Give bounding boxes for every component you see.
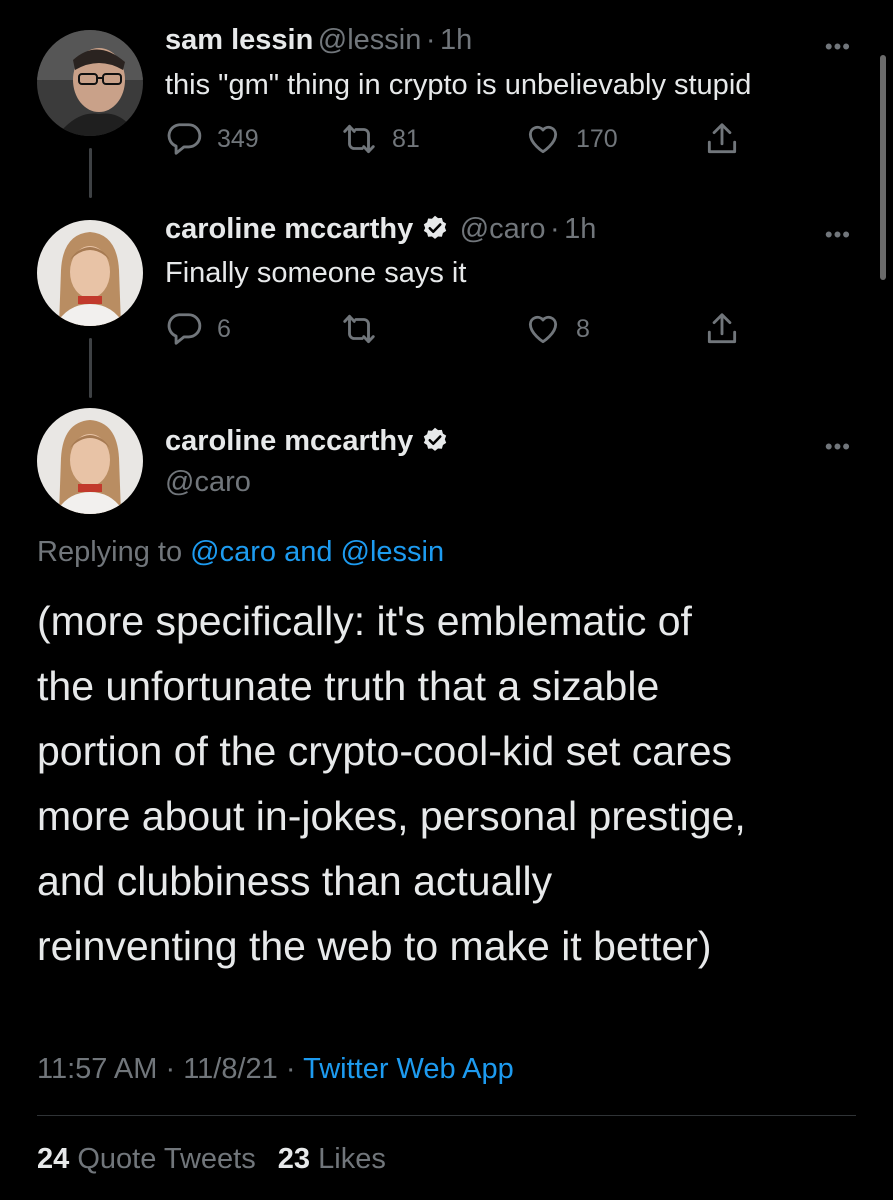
tweet-date[interactable]: 11/8/21: [183, 1053, 278, 1085]
main-text-line: reinventing the web to make it better): [37, 923, 712, 969]
tweet2-share-button[interactable]: [703, 310, 741, 348]
share-icon: [707, 123, 737, 154]
main-author-name[interactable]: caroline mccarthy: [165, 425, 413, 457]
tweet1-sep: ·: [425, 24, 436, 56]
tweet1-reply-count: 349: [217, 124, 259, 153]
heart-icon: [528, 125, 558, 154]
avatar-image: [37, 30, 143, 136]
main-text-line: more about in-jokes, personal prestige,: [37, 793, 746, 839]
main-text-line: (more specifically: it's emblematic of: [37, 598, 692, 644]
quote-tweets-count: 24: [37, 1143, 70, 1175]
tweet1-share-button[interactable]: [703, 120, 741, 158]
tweet2-sep: ·: [550, 213, 560, 245]
likes-label: Likes: [318, 1143, 386, 1175]
likes-count: 23: [277, 1143, 311, 1175]
avatar-sam-lessin[interactable]: [37, 30, 143, 136]
tweet2-text: Finally someone says it: [165, 257, 467, 289]
main-text-line: portion of the crypto-cool-kid set cares: [37, 728, 733, 774]
tweet1-text: this "gm" thing in crypto is unbelievabl…: [165, 69, 752, 101]
tweet2-more-icon[interactable]: •••: [825, 222, 851, 248]
tweet-meta: 11:57 AM · 11/8/21 · Twitter Web App: [37, 1053, 514, 1086]
tweet1-retweet-button[interactable]: 81: [340, 120, 420, 158]
retweet-icon: [343, 124, 375, 154]
verified-badge-icon: [424, 427, 447, 451]
main-handle[interactable]: @caro: [165, 466, 251, 499]
scrollbar[interactable]: [880, 55, 886, 280]
tweet2-author-name[interactable]: caroline mccarthy: [165, 213, 413, 245]
main-text-line: and clubbiness than actually: [37, 858, 553, 904]
quote-tweets-stat[interactable]: 24 Quote Tweets: [37, 1143, 256, 1175]
tweet1-like-button[interactable]: 170: [524, 120, 618, 158]
tweet1-reply-button[interactable]: 349: [165, 120, 259, 158]
replying-to: Replying to @caro and @lessin: [37, 536, 444, 569]
tweet2-like-button[interactable]: 8: [524, 310, 590, 348]
likes-stat[interactable]: 23 Likes: [278, 1143, 386, 1175]
avatar-image: [37, 220, 143, 326]
tweet2-header: caroline mccarthy @caro · 1h: [165, 213, 596, 246]
tweet-meta-sep: ·: [285, 1053, 296, 1085]
main-tweet-text: (more specifically: it's emblematic of t…: [37, 589, 746, 979]
tweet-source-link[interactable]: Twitter Web App: [303, 1053, 514, 1085]
reply-icon: [167, 313, 202, 345]
tweet2-retweet-button[interactable]: [340, 310, 392, 348]
reply-icon: [167, 123, 202, 155]
main-author[interactable]: caroline mccarthy: [165, 425, 449, 458]
tweet1-header: sam lessin @lessin · 1h: [165, 24, 472, 57]
tweet-time[interactable]: 11:57 AM: [37, 1053, 157, 1085]
thread-line: [89, 148, 92, 198]
tweet1-more-icon[interactable]: •••: [825, 34, 851, 60]
main-more-icon[interactable]: •••: [825, 434, 851, 460]
verified-badge-icon: [424, 215, 447, 239]
tweet1-author-name[interactable]: sam lessin: [165, 24, 313, 56]
avatar-caroline-mccarthy-main[interactable]: [37, 408, 143, 514]
avatar-image: [37, 408, 143, 514]
share-icon: [707, 313, 737, 344]
tweet2-like-count: 8: [576, 314, 590, 343]
tweet1-retweet-count: 81: [392, 124, 420, 153]
engagement-stats: 24 Quote Tweets 23 Likes: [37, 1143, 386, 1176]
tweet2-handle[interactable]: @caro: [460, 213, 546, 245]
tweet1-like-count: 170: [576, 124, 618, 153]
tweet2-time[interactable]: 1h: [564, 213, 596, 245]
tweet2-reply-button[interactable]: 6: [165, 310, 231, 348]
tweet2-reply-count: 6: [217, 314, 231, 343]
tweet1-handle[interactable]: @lessin: [318, 24, 422, 56]
heart-icon: [528, 315, 558, 344]
tweet1-time[interactable]: 1h: [440, 24, 472, 56]
main-text-line: the unfortunate truth that a sizable: [37, 663, 660, 709]
replying-to-users-link[interactable]: @caro and @lessin: [190, 536, 444, 568]
divider: [37, 1115, 856, 1116]
tweet-meta-sep: ·: [165, 1053, 176, 1085]
replying-prefix: Replying to: [37, 536, 183, 568]
retweet-icon: [343, 314, 375, 344]
quote-tweets-label: Quote Tweets: [77, 1143, 256, 1175]
avatar-caroline-mccarthy[interactable]: [37, 220, 143, 326]
thread-line: [89, 338, 92, 398]
